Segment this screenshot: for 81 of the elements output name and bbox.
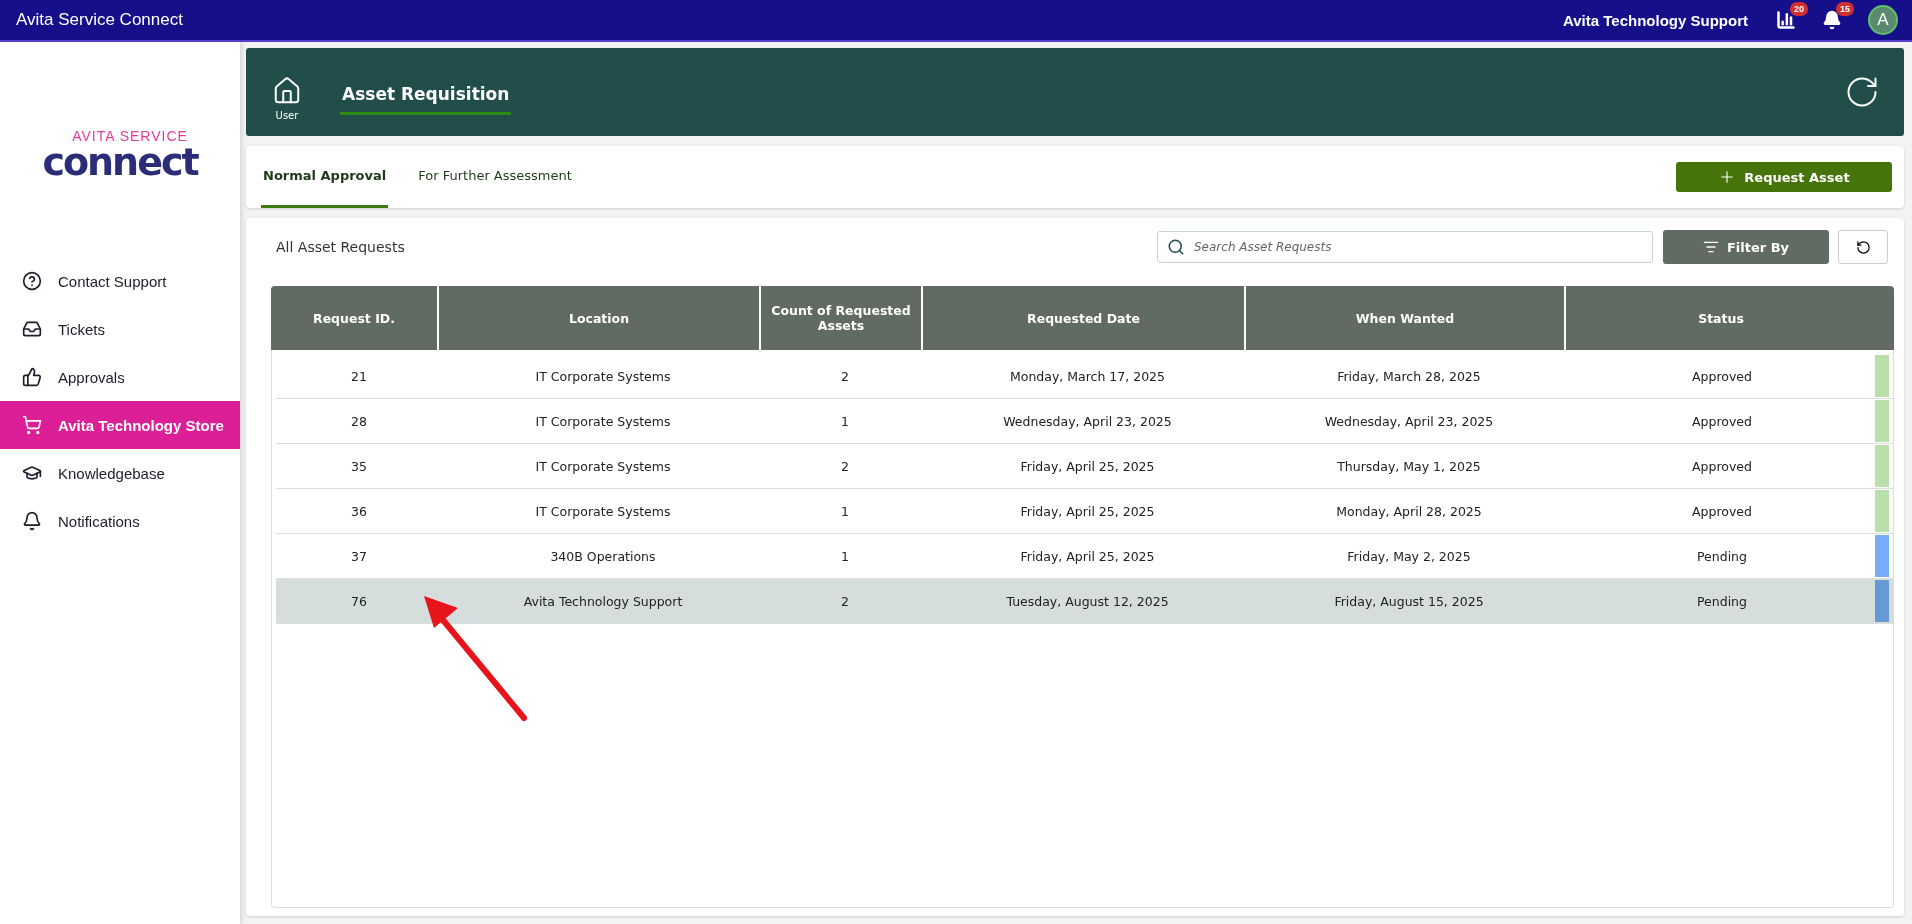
request-asset-button[interactable]: Request Asset bbox=[1676, 162, 1892, 192]
home-button[interactable]: User bbox=[272, 75, 302, 121]
table-row[interactable]: 36 IT Corporate Systems 1 Friday, April 25, 2025 Monday, April 28, 2025 Approved bbox=[276, 489, 1893, 534]
table-cell-text: 2 bbox=[840, 457, 850, 476]
table-cell-text: Monday, April 28, 2025 bbox=[1335, 502, 1483, 521]
table-cell-text: 1 bbox=[840, 547, 850, 566]
notification-icon[interactable] bbox=[1822, 10, 1842, 30]
user-name: Avita Technology Support bbox=[1563, 11, 1748, 29]
column-header[interactable]: Count of Requested Assets bbox=[759, 286, 921, 350]
reset-icon bbox=[1855, 239, 1871, 255]
sidebar-item[interactable]: Tickets bbox=[0, 305, 240, 353]
table-cell-text: 21 bbox=[350, 367, 368, 386]
page-title-tab[interactable]: Asset Requisition bbox=[340, 75, 512, 115]
table-row[interactable]: 28 IT Corporate Systems 1 Wednesday, April 23, 2025 Wednesday, April 23, 2025 Approved bbox=[276, 399, 1893, 444]
table-cell-text: Approved bbox=[1691, 502, 1753, 521]
table-cell-text: Approved bbox=[1691, 457, 1753, 476]
table-cell-text: IT Corporate Systems bbox=[534, 457, 672, 476]
sidebar-item[interactable]: Notifications bbox=[0, 497, 240, 545]
table-cell-text: Friday, August 15, 2025 bbox=[1333, 592, 1485, 611]
sidebar-item[interactable]: Contact Support bbox=[0, 257, 240, 305]
table-cell-text: 340B Operations bbox=[549, 547, 657, 566]
table-cell-text: 35 bbox=[350, 457, 368, 476]
table-cell-text: IT Corporate Systems bbox=[534, 412, 672, 431]
table-cell-text: Avita Technology Support bbox=[522, 592, 684, 611]
app-title: Avita Service Connect bbox=[16, 10, 184, 30]
table-row[interactable]: 35 IT Corporate Systems 2 Friday, April 25, 2025 Thursday, May 1, 2025 Approved bbox=[276, 444, 1893, 489]
logo-wordmark: connect bbox=[42, 142, 198, 181]
table-cell-text: Monday, March 17, 2025 bbox=[1008, 367, 1166, 386]
table-row[interactable]: 37 340B Operations 1 Friday, April 25, 2025 Friday, May 2, 2025 Pending bbox=[276, 534, 1893, 579]
sidebar-item[interactable]: Knowledgebase bbox=[0, 449, 240, 497]
tab[interactable]: For Further Assessment bbox=[416, 146, 574, 208]
table-cell-text: 1 bbox=[840, 502, 850, 521]
column-header[interactable]: Status bbox=[1564, 286, 1876, 350]
list-title: All Asset Requests bbox=[276, 239, 406, 255]
column-header[interactable]: Request ID. bbox=[271, 286, 437, 350]
table-cell-text: Friday, April 25, 2025 bbox=[1019, 502, 1156, 521]
table-cell-text: Friday, April 25, 2025 bbox=[1019, 457, 1156, 476]
table-cell-text: 76 bbox=[350, 592, 368, 611]
table-cell-text: Approved bbox=[1691, 412, 1753, 431]
cart-icon bbox=[22, 415, 42, 435]
table-cell-text: IT Corporate Systems bbox=[534, 502, 672, 521]
reset-button[interactable] bbox=[1838, 230, 1888, 264]
table-cell-text: IT Corporate Systems bbox=[534, 367, 672, 386]
table-cell-text: Friday, March 28, 2025 bbox=[1336, 367, 1482, 386]
bell-icon bbox=[22, 511, 42, 531]
table-cell-text: Thursday, May 1, 2025 bbox=[1336, 457, 1482, 476]
search-field[interactable]: Search Asset Requests bbox=[1157, 231, 1653, 263]
table-cell-text: Friday, May 2, 2025 bbox=[1346, 547, 1472, 566]
table-cell-text: Pending bbox=[1696, 547, 1748, 566]
sidebar-item[interactable]: Avita Technology Store bbox=[0, 401, 240, 449]
tab[interactable]: Normal Approval bbox=[261, 146, 389, 208]
table-cell-text: Approved bbox=[1691, 367, 1753, 386]
logo-tagline: AVITA SERVICE bbox=[72, 128, 188, 143]
table-cell-text: 2 bbox=[840, 592, 850, 611]
thumbs-up-icon bbox=[22, 367, 42, 387]
table-cell-text: 37 bbox=[350, 547, 368, 566]
table-cell-text: Wednesday, April 23, 2025 bbox=[1002, 412, 1173, 431]
filter-button[interactable]: Filter By bbox=[1663, 230, 1829, 264]
table-cell-text: 2 bbox=[840, 367, 850, 386]
search-icon bbox=[1167, 238, 1185, 256]
inbox-icon bbox=[22, 319, 42, 339]
table-row[interactable]: 21 IT Corporate Systems 2 Monday, March 17, 2025 Friday, March 28, 2025 Approved bbox=[276, 354, 1893, 399]
column-header[interactable]: Requested Date bbox=[921, 286, 1244, 350]
table-cell-text: 36 bbox=[350, 502, 368, 521]
table-cell-text: Wednesday, April 23, 2025 bbox=[1323, 412, 1495, 431]
sidebar-item[interactable]: Approvals bbox=[0, 353, 240, 401]
report-count-badge: 20 bbox=[1790, 2, 1808, 16]
notification-count-badge: 15 bbox=[1836, 2, 1854, 16]
table-cell-text: Friday, April 25, 2025 bbox=[1019, 547, 1156, 566]
table-cell-text: 1 bbox=[840, 412, 850, 431]
table-row[interactable]: 76 Avita Technology Support 2 Tuesday, August 12, 2025 Friday, August 15, 2025 Pending bbox=[276, 579, 1893, 624]
table-cell-text: Tuesday, August 12, 2025 bbox=[1005, 592, 1170, 611]
column-header[interactable]: Location bbox=[437, 286, 759, 350]
table-cell-text: Pending bbox=[1696, 592, 1748, 611]
user-avatar[interactable]: A bbox=[1868, 5, 1898, 35]
help-icon bbox=[22, 271, 42, 291]
graduation-cap-icon bbox=[22, 463, 42, 483]
column-header[interactable]: When Wanted bbox=[1244, 286, 1564, 350]
table-cell-text: 28 bbox=[350, 412, 368, 431]
report-icon[interactable] bbox=[1776, 10, 1796, 30]
filter-icon bbox=[1702, 239, 1719, 255]
